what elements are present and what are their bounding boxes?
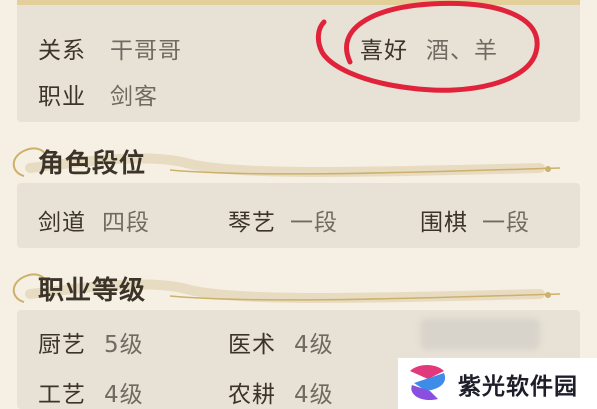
rank-item-value: 一段 <box>482 210 530 236</box>
section-title-rank: 角色段位 <box>38 149 147 179</box>
section-title-job-level: 职业等级 <box>38 276 147 306</box>
rank-item-label: 剑道 <box>38 210 86 236</box>
job-level-item-label: 医术 <box>228 332 276 358</box>
job-level-item-value: 4级 <box>294 382 334 408</box>
job-level-item-value: 4级 <box>104 382 144 408</box>
rank-item-label: 琴艺 <box>228 210 276 236</box>
relation-label: 关系 <box>38 38 86 64</box>
job-level-item-label: 农耕 <box>228 382 276 408</box>
rank-item-value: 一段 <box>290 210 338 236</box>
watermark-text: 紫光软件园 <box>458 374 578 400</box>
watermark-logo-icon <box>410 365 446 401</box>
hobby-value: 酒、羊 <box>426 38 498 64</box>
job-level-item-value: 5级 <box>104 332 144 358</box>
rank-item-label: 围棋 <box>420 210 468 236</box>
panel-top-border <box>17 0 580 5</box>
job-label: 职业 <box>38 84 86 110</box>
job-level-item-label: 厨艺 <box>38 332 86 358</box>
relation-value: 干哥哥 <box>110 38 182 64</box>
rank-item-value: 四段 <box>102 210 150 236</box>
job-value: 剑客 <box>110 84 158 110</box>
hobby-label: 喜好 <box>360 38 408 64</box>
job-level-item-label: 工艺 <box>38 382 86 408</box>
blurred-region <box>420 318 540 350</box>
job-level-item-value: 4级 <box>294 332 334 358</box>
